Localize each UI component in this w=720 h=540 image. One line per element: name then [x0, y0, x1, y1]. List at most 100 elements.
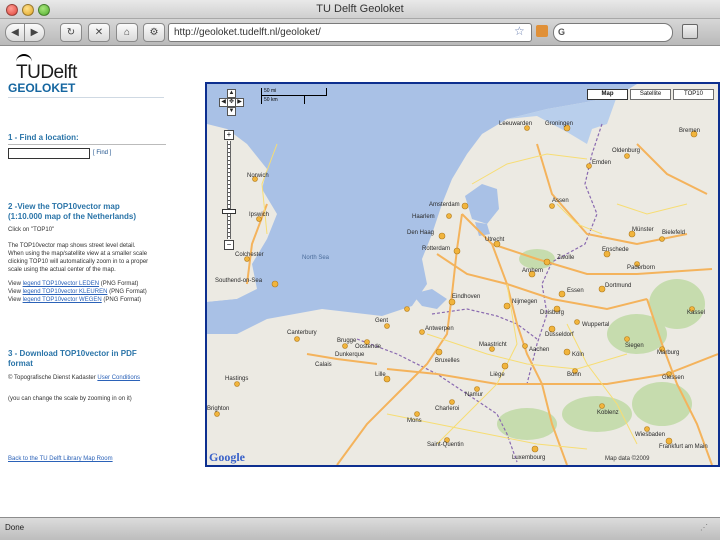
- svg-text:Paderborn: Paderborn: [627, 265, 655, 271]
- divider: [8, 144, 166, 145]
- svg-text:Emden: Emden: [592, 160, 611, 166]
- svg-text:Enschede: Enschede: [602, 247, 629, 253]
- find-button[interactable]: [ Find ]: [93, 148, 111, 159]
- zoom-slider-thumb[interactable]: [222, 209, 236, 214]
- location-search-input[interactable]: [8, 148, 90, 159]
- svg-text:Mons: Mons: [407, 418, 422, 424]
- svg-text:Bielefeld: Bielefeld: [662, 230, 685, 236]
- map-view[interactable]: Bremen Oldenburg Groningen Leeuwarden Em…: [205, 82, 720, 467]
- reload-icon: ↻: [66, 27, 76, 38]
- svg-text:Münster: Münster: [632, 227, 654, 233]
- scale-kilometers: 50 km: [261, 96, 305, 104]
- zoom-in-button[interactable]: +: [224, 130, 234, 140]
- pan-control: ▲ ◀ ✥ ▶ ▼: [219, 89, 244, 125]
- top10-description: scale using the actual center of the map…: [8, 267, 116, 273]
- svg-text:Namur: Namur: [465, 392, 483, 398]
- bookmark-icon[interactable]: [682, 24, 698, 39]
- forward-icon: ▶: [30, 27, 39, 38]
- svg-text:Rotterdam: Rotterdam: [422, 246, 450, 252]
- zoom-slider-track[interactable]: [227, 141, 231, 239]
- legend-link-leden[interactable]: legend TOP10vector LEDEN: [23, 281, 100, 287]
- north-sea-label: North Sea: [302, 255, 330, 261]
- scale-miles: 50 mi: [261, 88, 327, 96]
- tudelft-logo[interactable]: TUDelft: [6, 52, 96, 84]
- search-input[interactable]: G: [553, 23, 673, 42]
- svg-text:Lille: Lille: [375, 372, 386, 378]
- svg-text:Kassel: Kassel: [687, 310, 705, 316]
- back-button[interactable]: ◀: [5, 23, 25, 42]
- top10-description: The TOP10vector map shows street level d…: [8, 243, 136, 249]
- legend-line: View legend TOP10vector KLEUREN (PNG For…: [8, 289, 147, 295]
- home-icon: ⌂: [123, 27, 131, 38]
- google-logo-text: Google: [209, 450, 245, 464]
- legend-line: View legend TOP10vector LEDEN (PNG Forma…: [8, 281, 139, 287]
- map-canvas[interactable]: Bremen Oldenburg Groningen Leeuwarden Em…: [207, 84, 718, 465]
- svg-text:Siegen: Siegen: [625, 343, 644, 349]
- svg-text:Maastricht: Maastricht: [479, 342, 507, 348]
- legend-link-wegen[interactable]: legend TOP10vector WEGEN: [23, 297, 102, 303]
- svg-text:Gent: Gent: [375, 318, 388, 324]
- svg-text:Canterbury: Canterbury: [287, 330, 317, 336]
- user-conditions-link[interactable]: User Conditions: [97, 375, 140, 381]
- svg-text:Ipswich: Ipswich: [249, 212, 269, 218]
- map-type-top10-button[interactable]: TOP10: [673, 89, 714, 100]
- scale-bar: 50 mi 50 km: [261, 88, 333, 108]
- divider: [8, 97, 164, 98]
- tools-button[interactable]: ⚙: [143, 23, 165, 42]
- map-data-credit: Map data ©2009: [605, 456, 650, 462]
- page-content: TUDelft GEOLOKET 1 - Find a location: [ …: [0, 47, 720, 517]
- ijsselmeer: [465, 184, 499, 224]
- forward-button[interactable]: ▶: [25, 23, 45, 42]
- map-room-link[interactable]: Back to the TU Delft Library Map Room: [8, 456, 113, 462]
- svg-text:Assen: Assen: [552, 198, 569, 204]
- stop-button[interactable]: ✕: [88, 23, 110, 42]
- svg-text:Essen: Essen: [567, 288, 584, 294]
- svg-text:Den Haag: Den Haag: [407, 230, 434, 236]
- svg-text:Colchester: Colchester: [235, 252, 264, 258]
- svg-text:Arnhem: Arnhem: [522, 268, 543, 274]
- top10-description: When using the map/satellite view at a s…: [8, 251, 148, 257]
- pan-up-icon[interactable]: ▲: [227, 89, 236, 98]
- star-icon[interactable]: ☆: [514, 24, 525, 38]
- svg-text:Saint-Quentin: Saint-Quentin: [427, 442, 464, 448]
- svg-text:Bonn: Bonn: [567, 372, 581, 378]
- stop-icon: ✕: [94, 27, 104, 38]
- svg-text:Eindhoven: Eindhoven: [452, 294, 480, 300]
- pan-right-icon[interactable]: ▶: [235, 98, 244, 107]
- svg-text:Koblenz: Koblenz: [597, 410, 619, 416]
- svg-text:Duisburg: Duisburg: [540, 310, 564, 316]
- section-top10-subtitle: (1:10.000 map of the Netherlands): [8, 212, 137, 221]
- page-title: GEOLOKET: [8, 81, 76, 95]
- title-bar: TU Delft Geoloket: [0, 0, 720, 19]
- map-type-satellite-button[interactable]: Satellite: [630, 89, 671, 100]
- tools-icon: ⚙: [149, 27, 159, 38]
- svg-text:Bremen: Bremen: [679, 128, 700, 134]
- svg-text:Southend-on-Sea: Southend-on-Sea: [215, 278, 263, 284]
- svg-text:Marburg: Marburg: [657, 350, 679, 356]
- section-download-subtitle: format: [8, 359, 33, 368]
- svg-text:Oldenburg: Oldenburg: [612, 148, 640, 154]
- svg-text:Dortmund: Dortmund: [605, 283, 631, 289]
- google-logo[interactable]: Google: [209, 450, 245, 465]
- svg-text:Wiesbaden: Wiesbaden: [635, 432, 665, 438]
- copyright-line: © Topografische Dienst Kadaster User Con…: [8, 375, 141, 381]
- legend-link-kleuren[interactable]: legend TOP10vector KLEUREN: [23, 289, 108, 295]
- address-bar[interactable]: http://geoloket.tudelft.nl/geoloket/: [168, 23, 532, 42]
- home-button[interactable]: ⌂: [116, 23, 138, 42]
- svg-text:Calais: Calais: [315, 362, 332, 368]
- resize-grip-icon[interactable]: ⋰: [700, 523, 714, 535]
- map-type-map-button[interactable]: Map: [587, 89, 628, 100]
- svg-text:Brugge: Brugge: [337, 338, 357, 344]
- reload-button[interactable]: ↻: [60, 23, 82, 42]
- svg-text:Bruxelles: Bruxelles: [435, 358, 460, 364]
- pan-down-icon[interactable]: ▼: [227, 107, 236, 116]
- rss-icon[interactable]: [536, 25, 548, 37]
- svg-text:Amsterdam: Amsterdam: [429, 202, 460, 208]
- search-engine-icon[interactable]: G: [558, 27, 565, 37]
- zoom-out-button[interactable]: −: [224, 240, 234, 250]
- svg-text:Zwolle: Zwolle: [557, 255, 575, 261]
- svg-text:Düsseldorf: Düsseldorf: [545, 332, 574, 338]
- svg-text:Wuppertal: Wuppertal: [582, 322, 609, 328]
- svg-text:Köln: Köln: [572, 352, 584, 358]
- zoom-note: (you can change the scale by zooming in …: [8, 396, 132, 402]
